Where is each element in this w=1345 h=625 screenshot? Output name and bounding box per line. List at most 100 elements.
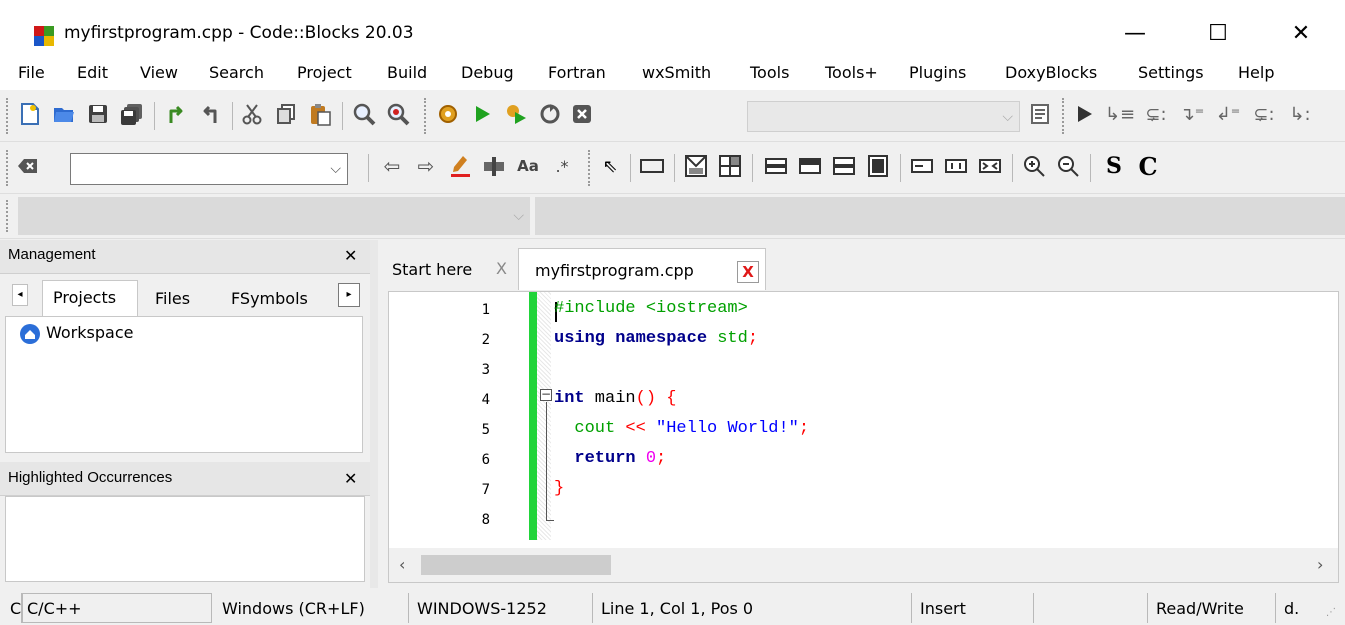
align-center-icon[interactable] [942, 152, 970, 180]
menu-settings[interactable]: Settings [1138, 63, 1204, 82]
align-left-icon[interactable] [908, 152, 936, 180]
grid-sizer-icon[interactable] [716, 152, 744, 180]
step-instruction-icon[interactable]: ↳: [1286, 100, 1314, 128]
save-all-icon[interactable] [118, 100, 146, 128]
close-icon[interactable]: X [496, 259, 507, 278]
cut-icon[interactable] [238, 100, 266, 128]
scroll-right-icon[interactable]: › [1317, 555, 1323, 574]
fold-toggle-icon[interactable]: − [540, 388, 552, 401]
occurrences-list[interactable] [5, 496, 365, 582]
custom-control-icon[interactable]: C [1134, 152, 1162, 181]
scope-dropdown[interactable]: ⌵ [18, 197, 530, 235]
tab-start-here[interactable]: Start here X [386, 250, 507, 286]
toolbar-grip[interactable] [588, 150, 591, 186]
build-target-dropdown[interactable]: ⌵ [747, 101, 1020, 132]
tree-item-workspace[interactable]: Workspace [46, 323, 133, 342]
close-icon[interactable]: ✕ [344, 246, 357, 265]
toolbar-grip[interactable] [6, 150, 9, 186]
menu-tools[interactable]: Tools [750, 63, 789, 82]
menu-project[interactable]: Project [297, 63, 352, 82]
scrollbar-thumb[interactable] [421, 555, 611, 575]
build-and-run-icon[interactable] [502, 100, 530, 128]
menu-file[interactable]: File [18, 63, 45, 82]
menu-doxyblocks[interactable]: DoxyBlocks [1005, 63, 1097, 82]
code-line-4[interactable]: int main() { [554, 389, 676, 408]
pointer-icon[interactable]: ⇖ [596, 152, 624, 180]
abort-icon[interactable] [568, 100, 596, 128]
minimize-button[interactable]: — [1100, 8, 1170, 58]
open-file-icon[interactable] [50, 100, 78, 128]
menu-tools-plus[interactable]: Tools+ [825, 63, 878, 82]
insert-frame-icon[interactable] [638, 152, 666, 180]
insert-panel-full-icon[interactable] [864, 152, 892, 180]
tab-scroll-right-button[interactable]: ▸ [338, 283, 360, 307]
toolbar-grip[interactable] [6, 98, 9, 134]
highlight-icon[interactable] [446, 152, 474, 180]
tab-fsymbols[interactable]: FSymbols [231, 289, 308, 308]
run-icon[interactable] [468, 100, 496, 128]
toolbar-grip[interactable] [6, 200, 9, 232]
show-select-target-icon[interactable] [1026, 100, 1054, 128]
insert-panel-bottom-icon[interactable] [830, 152, 858, 180]
match-case-icon[interactable]: Aa [514, 152, 542, 180]
tab-files[interactable]: Files [155, 289, 190, 308]
find-next-icon[interactable]: ⇨ [412, 152, 440, 180]
debug-continue-icon[interactable] [1070, 100, 1098, 128]
search-input[interactable]: ⌵ [70, 153, 348, 185]
code-line-5[interactable]: cout << "Hello World!"; [554, 419, 809, 438]
tab-projects[interactable]: Projects [42, 280, 138, 316]
code-line-7[interactable]: } [554, 479, 564, 498]
step-into-icon[interactable]: ↲⁼ [1214, 100, 1242, 128]
rebuild-icon[interactable] [536, 100, 564, 128]
scroll-left-icon[interactable]: ‹ [399, 555, 405, 574]
menu-help[interactable]: Help [1238, 63, 1274, 82]
save-icon[interactable] [84, 100, 112, 128]
insert-panel-top-icon[interactable] [762, 152, 790, 180]
zoom-out-icon[interactable] [1054, 152, 1082, 180]
spacer-icon[interactable]: S [1100, 152, 1128, 180]
replace-icon[interactable] [384, 100, 412, 128]
next-line-icon[interactable]: ⊊: [1142, 100, 1170, 128]
function-dropdown[interactable] [535, 197, 1345, 235]
toolbar-grip[interactable] [1062, 98, 1065, 134]
close-icon[interactable]: X [737, 261, 759, 283]
tab-scroll-left-button[interactable]: ◂ [12, 284, 28, 306]
tab-myfirstprogram[interactable]: myfirstprogram.cpp X [518, 248, 766, 290]
undo-icon[interactable] [162, 100, 190, 128]
menu-plugins[interactable]: Plugins [909, 63, 966, 82]
code-line-2[interactable]: using namespace std; [554, 329, 758, 348]
menu-search[interactable]: Search [209, 63, 264, 82]
menu-fortran[interactable]: Fortran [548, 63, 606, 82]
next-instruction-icon[interactable]: ↴⁼ [1178, 100, 1206, 128]
paste-icon[interactable] [306, 100, 334, 128]
run-to-cursor-icon[interactable]: ↳≡ [1105, 100, 1135, 128]
find-icon[interactable] [350, 100, 378, 128]
maximize-button[interactable]: ☐ [1183, 8, 1253, 58]
code-editor[interactable]: − ‹ › [388, 291, 1339, 583]
horizontal-scrollbar[interactable]: ‹ › [389, 548, 1338, 582]
menu-view[interactable]: View [140, 63, 178, 82]
step-out-icon[interactable]: ⊊: [1250, 100, 1278, 128]
menu-wxsmith[interactable]: wxSmith [642, 63, 711, 82]
insert-panel-middle-icon[interactable] [796, 152, 824, 180]
close-window-button[interactable]: ✕ [1266, 8, 1336, 58]
align-right-icon[interactable] [976, 152, 1004, 180]
dock-splitter[interactable] [370, 240, 378, 588]
selected-text-only-icon[interactable] [480, 152, 508, 180]
build-settings-icon[interactable] [434, 100, 462, 128]
resize-grip-icon[interactable]: ⋰ [1326, 607, 1336, 618]
box-sizer-icon[interactable] [682, 152, 710, 180]
menu-build[interactable]: Build [387, 63, 427, 82]
menu-debug[interactable]: Debug [461, 63, 514, 82]
regex-icon[interactable]: .* [548, 152, 576, 180]
code-line-1[interactable]: #include <iostream> [554, 299, 748, 318]
redo-icon[interactable] [196, 100, 224, 128]
zoom-in-icon[interactable] [1020, 152, 1048, 180]
new-file-icon[interactable] [16, 100, 44, 128]
close-icon[interactable]: ✕ [344, 469, 357, 488]
code-line-6[interactable]: return 0; [554, 449, 666, 468]
find-previous-icon[interactable]: ⇦ [378, 152, 406, 180]
clear-search-icon[interactable] [14, 152, 42, 180]
copy-icon[interactable] [272, 100, 300, 128]
toolbar-grip[interactable] [424, 98, 427, 134]
